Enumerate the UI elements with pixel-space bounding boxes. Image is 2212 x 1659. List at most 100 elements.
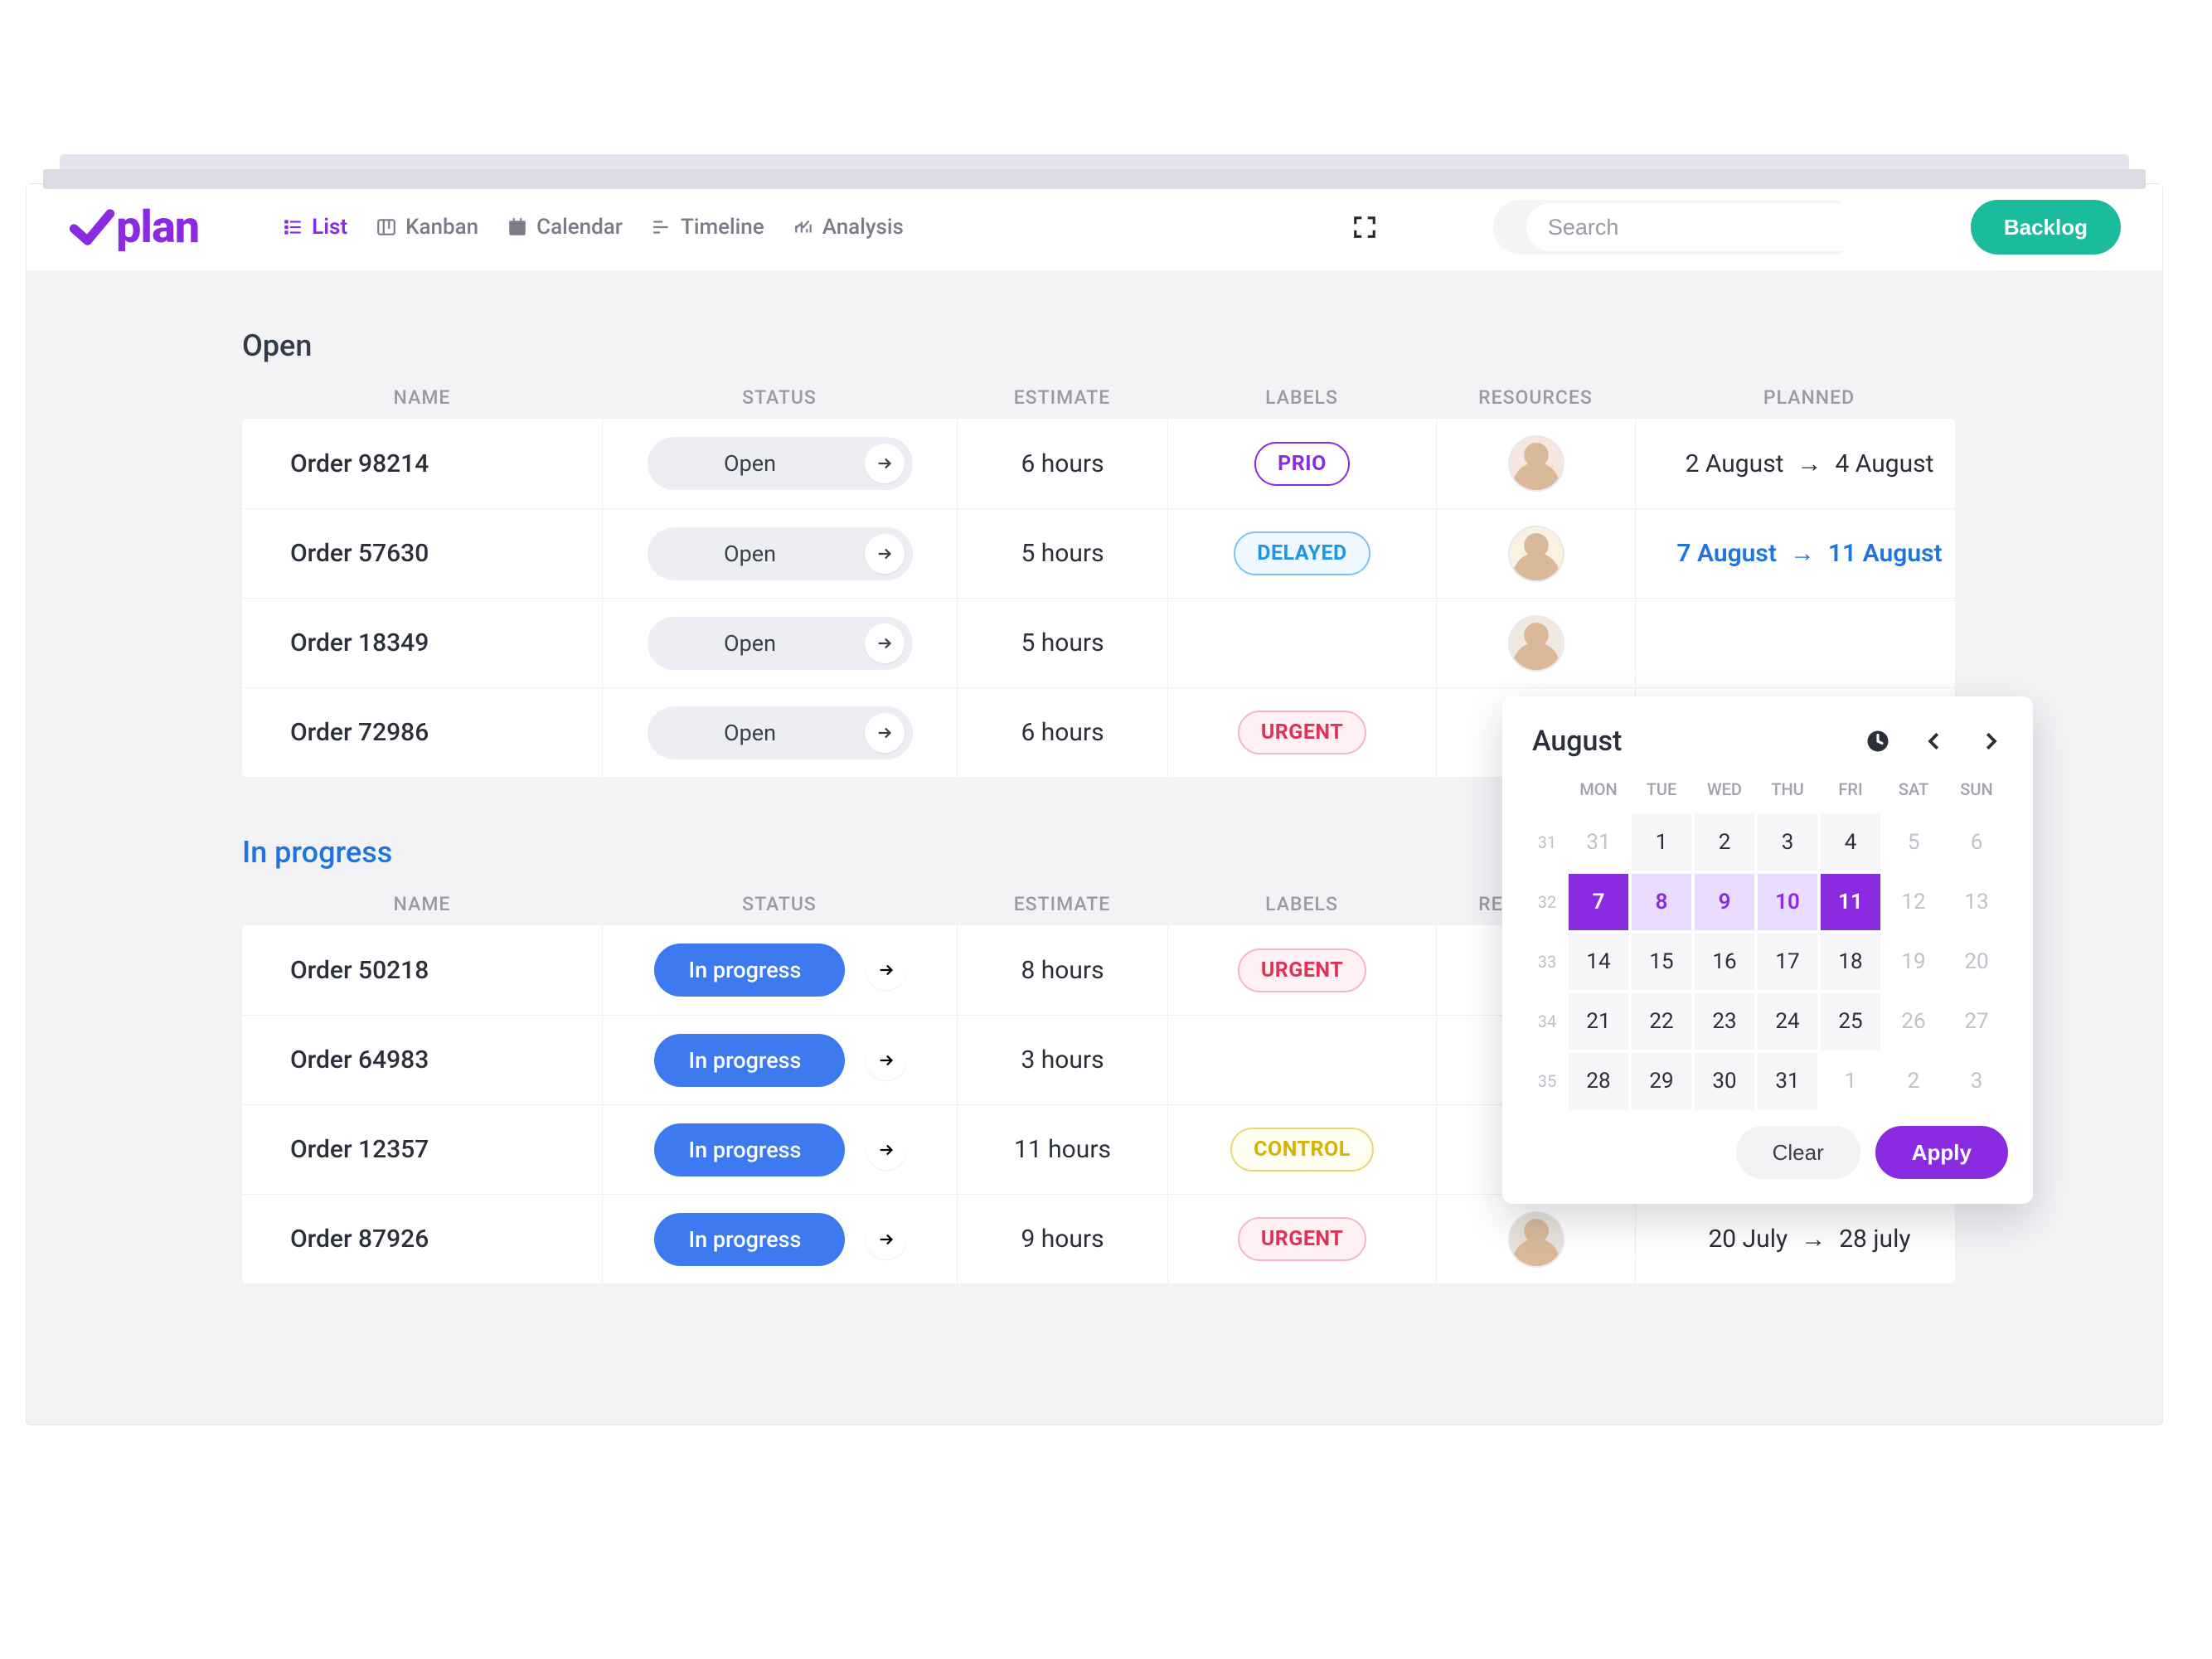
calendar-day[interactable]: 7 <box>1567 872 1630 932</box>
search-box[interactable] <box>1493 200 1858 255</box>
app-window: plan List Kanban Calendar <box>27 184 2162 1424</box>
calendar-day[interactable]: 23 <box>1693 992 1756 1051</box>
arrow-right-icon[interactable] <box>866 1041 906 1080</box>
calendar-day[interactable]: 20 <box>1945 932 2008 992</box>
column-headers: NAME STATUS ESTIMATE LABELS RESOURCES PL… <box>242 386 1955 409</box>
week-number: 32 <box>1527 872 1567 932</box>
calendar-day[interactable]: 8 <box>1630 872 1693 932</box>
calendar-day[interactable]: 2 <box>1693 813 1756 872</box>
calendar-day[interactable]: 19 <box>1882 932 1945 992</box>
planned-range[interactable]: 2 August→4 August <box>1686 449 1934 478</box>
status-pill[interactable]: Open <box>648 527 913 580</box>
calendar-day[interactable]: 13 <box>1945 872 2008 932</box>
apply-button[interactable]: Apply <box>1875 1126 2008 1179</box>
arrow-right-icon[interactable] <box>865 444 905 483</box>
kanban-icon <box>376 216 397 238</box>
arrow-right-icon[interactable] <box>865 534 905 574</box>
planned-range[interactable]: 7 August→11 August <box>1676 539 1942 568</box>
clock-icon[interactable] <box>1865 729 1890 754</box>
tab-analysis[interactable]: Analysis <box>793 215 904 240</box>
col-name: NAME <box>242 386 602 409</box>
calendar-day[interactable]: 9 <box>1693 872 1756 932</box>
tab-list[interactable]: List <box>282 215 347 240</box>
calendar-day[interactable]: 22 <box>1630 992 1693 1051</box>
table-row[interactable]: Order 18349Open5 hours <box>242 598 1955 687</box>
avatar[interactable] <box>1508 526 1564 582</box>
calendar-day[interactable]: 18 <box>1819 932 1882 992</box>
calendar-day[interactable]: 31 <box>1567 813 1630 872</box>
calendar-day[interactable]: 3 <box>1945 1051 2008 1111</box>
chevron-left-icon[interactable] <box>1922 729 1947 754</box>
arrow-right-icon[interactable] <box>865 713 905 753</box>
table-row[interactable]: Order 98214Open6 hoursPRIO2 August→4 Aug… <box>242 419 1955 508</box>
arrow-right-icon[interactable] <box>866 950 906 990</box>
label-badge[interactable]: URGENT <box>1238 711 1366 754</box>
date-range-popover: August MONTUEWEDTHUFRISATSUN 31311234563… <box>1502 696 2033 1204</box>
label-badge[interactable]: PRIO <box>1254 442 1350 486</box>
col-labels: LABELS <box>1167 386 1436 409</box>
order-name: Order 12357 <box>290 1135 429 1164</box>
calendar-day[interactable]: 26 <box>1882 992 1945 1051</box>
calendar-day[interactable]: 17 <box>1756 932 1819 992</box>
calendar-day[interactable]: 16 <box>1693 932 1756 992</box>
calendar-day[interactable]: 4 <box>1819 813 1882 872</box>
calendar-day[interactable]: 31 <box>1756 1051 1819 1111</box>
label-badge[interactable]: DELAYED <box>1234 531 1370 575</box>
estimate-value: 6 hours <box>1021 718 1104 747</box>
tab-calendar[interactable]: Calendar <box>507 215 623 240</box>
calendar-day[interactable]: 27 <box>1945 992 2008 1051</box>
calendar-day[interactable]: 29 <box>1630 1051 1693 1111</box>
status-pill[interactable]: In progress <box>654 1213 845 1266</box>
status-pill[interactable]: In progress <box>654 1123 845 1176</box>
table-row[interactable]: Order 57630Open5 hoursDELAYED7 August→11… <box>242 508 1955 598</box>
fullscreen-icon[interactable] <box>1352 215 1377 240</box>
label-badge[interactable]: URGENT <box>1238 1217 1366 1261</box>
calendar-day[interactable]: 21 <box>1567 992 1630 1051</box>
calendar-day[interactable]: 1 <box>1819 1051 1882 1111</box>
week-number: 31 <box>1527 813 1567 872</box>
calendar-day[interactable]: 5 <box>1882 813 1945 872</box>
avatar[interactable] <box>1508 615 1564 672</box>
avatar[interactable] <box>1508 435 1564 492</box>
arrow-right-icon[interactable] <box>865 623 905 663</box>
calendar-day[interactable]: 14 <box>1567 932 1630 992</box>
calendar-day[interactable]: 24 <box>1756 992 1819 1051</box>
calendar-day[interactable]: 28 <box>1567 1051 1630 1111</box>
avatar[interactable] <box>1508 1211 1564 1268</box>
calendar-day[interactable]: 30 <box>1693 1051 1756 1111</box>
status-pill[interactable]: In progress <box>654 1034 845 1087</box>
arrow-right-icon[interactable] <box>866 1220 906 1259</box>
chevron-right-icon[interactable] <box>1978 729 2003 754</box>
tab-timeline[interactable]: Timeline <box>651 215 764 240</box>
logo: plan <box>68 201 199 254</box>
search-input[interactable] <box>1526 203 1863 251</box>
order-name: Order 64983 <box>290 1045 429 1074</box>
label-badge[interactable]: URGENT <box>1238 948 1366 992</box>
clear-button[interactable]: Clear <box>1736 1126 1860 1179</box>
dow-label: TUE <box>1630 773 1693 806</box>
calendar-day[interactable]: 10 <box>1756 872 1819 932</box>
status-pill[interactable]: Open <box>648 706 913 759</box>
col-estimate: ESTIMATE <box>957 893 1167 915</box>
backlog-button[interactable]: Backlog <box>1971 200 2121 255</box>
arrow-right-icon[interactable] <box>866 1130 906 1170</box>
status-pill[interactable]: In progress <box>654 943 845 997</box>
calendar-day[interactable]: 3 <box>1756 813 1819 872</box>
calendar-day[interactable]: 15 <box>1630 932 1693 992</box>
calendar-day[interactable]: 1 <box>1630 813 1693 872</box>
planned-range[interactable]: 20 July→28 july <box>1708 1225 1910 1254</box>
label-badge[interactable]: CONTROL <box>1230 1128 1374 1171</box>
calendar-day[interactable]: 6 <box>1945 813 2008 872</box>
calendar-day[interactable]: 2 <box>1882 1051 1945 1111</box>
status-pill[interactable]: Open <box>648 617 913 670</box>
calendar-day[interactable]: 25 <box>1819 992 1882 1051</box>
calendar-day[interactable]: 11 <box>1819 872 1882 932</box>
table-row[interactable]: Order 87926In progress9 hoursURGENT20 Ju… <box>242 1194 1955 1283</box>
status-pill[interactable]: Open <box>648 437 913 490</box>
dow-label: THU <box>1756 773 1819 806</box>
estimate-value: 5 hours <box>1021 628 1104 657</box>
calendar-day[interactable]: 12 <box>1882 872 1945 932</box>
status-label: In progress <box>689 1137 802 1163</box>
tab-kanban[interactable]: Kanban <box>376 215 478 240</box>
status-label: Open <box>648 541 853 567</box>
